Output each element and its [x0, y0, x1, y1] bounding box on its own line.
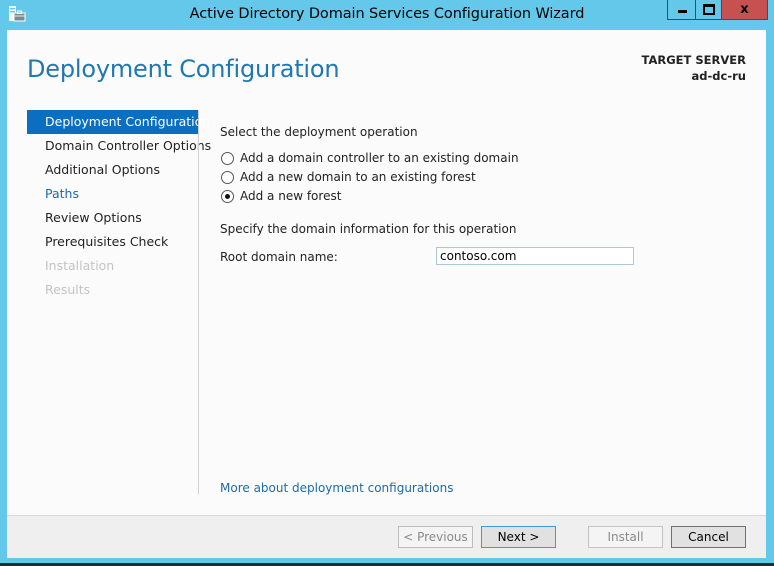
more-about-deployment-link[interactable]: More about deployment configurations	[220, 481, 453, 495]
wizard-window: Active Directory Domain Services Configu…	[0, 0, 774, 566]
next-button[interactable]: Next >	[481, 526, 556, 548]
operation-heading: Select the deployment operation	[220, 125, 418, 139]
title-bar[interactable]: Active Directory Domain Services Configu…	[0, 0, 774, 30]
nav-item-results: Results	[45, 282, 91, 297]
root-domain-input[interactable]	[436, 247, 634, 265]
nav-item-domain-controller-options[interactable]: Domain Controller Options	[27, 134, 211, 158]
window-title: Active Directory Domain Services Configu…	[189, 6, 585, 22]
wizard-step-nav: Deployment Configuration Domain Controll…	[27, 110, 211, 302]
nav-item-deployment-configuration[interactable]: Deployment Configuration	[27, 110, 210, 134]
minimize-button[interactable]	[667, 0, 696, 20]
target-server-value: ad-dc-ru	[691, 69, 746, 83]
radio-button-selected[interactable]	[221, 189, 234, 203]
radio-label: Add a domain controller to an existing d…	[240, 151, 519, 165]
target-server-label: TARGET SERVER	[641, 53, 746, 67]
radio-label: Add a new domain to an existing forest	[240, 170, 476, 184]
nav-item-prerequisites-check[interactable]: Prerequisites Check	[27, 230, 199, 254]
minimize-icon	[677, 10, 687, 13]
nav-item-installation: Installation	[45, 258, 115, 273]
maximize-icon	[703, 4, 715, 15]
radio-button[interactable]	[221, 151, 234, 165]
close-button[interactable]: x	[721, 0, 768, 20]
radio-button[interactable]	[221, 170, 234, 184]
nav-item-review-options[interactable]: Review Options	[27, 206, 199, 230]
root-domain-label: Root domain name:	[220, 250, 338, 264]
previous-button[interactable]: < Previous	[398, 526, 473, 548]
radio-new-forest[interactable]: Add a new forest	[221, 189, 341, 203]
nav-item-paths[interactable]: Paths	[27, 182, 199, 206]
radio-label: Add a new forest	[240, 189, 342, 203]
close-icon: x	[740, 2, 749, 17]
cancel-button[interactable]: Cancel	[671, 526, 746, 548]
page-title: Deployment Configuration	[27, 55, 340, 83]
nav-divider	[198, 110, 199, 494]
nav-item-additional-options[interactable]: Additional Options	[27, 158, 199, 182]
install-button[interactable]: Install	[588, 526, 663, 548]
maximize-button[interactable]	[695, 0, 722, 20]
radio-existing-forest[interactable]: Add a new domain to an existing forest	[221, 170, 476, 184]
domain-info-heading: Specify the domain information for this …	[220, 222, 517, 236]
radio-existing-domain[interactable]: Add a domain controller to an existing d…	[221, 151, 519, 165]
